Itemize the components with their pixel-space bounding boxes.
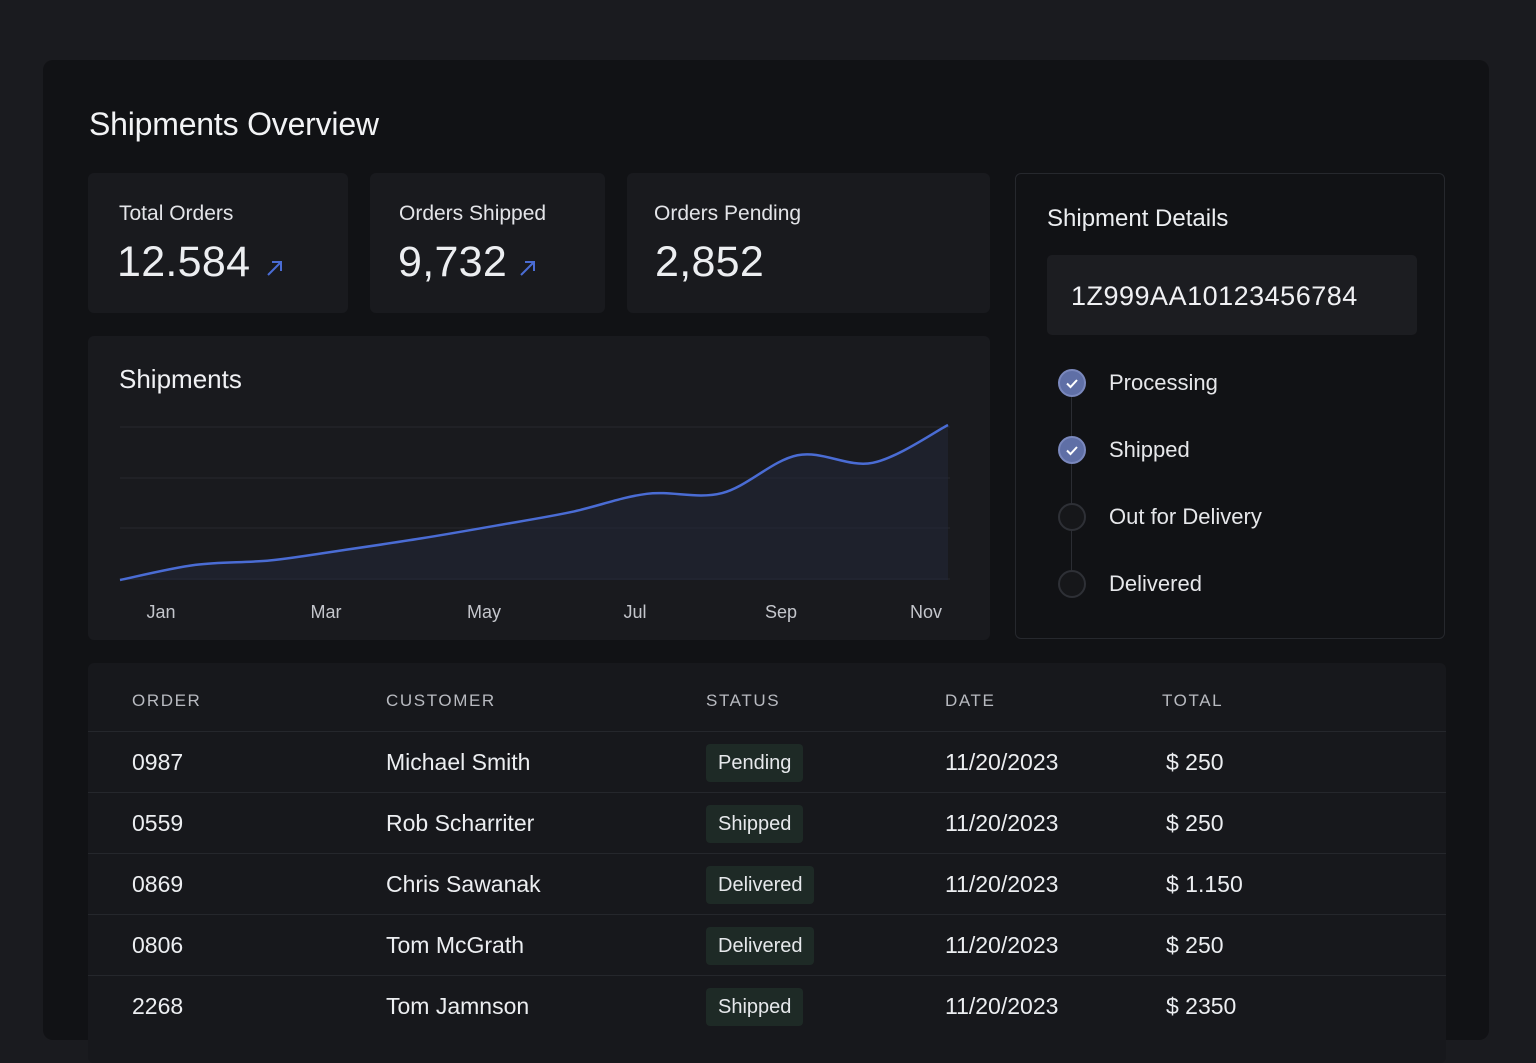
- stat-label: Orders Shipped: [399, 202, 547, 225]
- step-label: Delivered: [1109, 571, 1202, 596]
- customer-name: Michael Smith: [386, 749, 531, 775]
- arrow-up-right-icon: [520, 261, 535, 276]
- status-badge: Pending: [706, 744, 804, 782]
- x-tick-label: Mar: [310, 602, 342, 622]
- x-tick-label: Nov: [909, 602, 943, 622]
- step-complete-icon: [1058, 369, 1086, 397]
- progress-line: [1071, 383, 1072, 584]
- status-badge: Shipped: [706, 988, 804, 1026]
- column-header-date[interactable]: DATE: [945, 691, 995, 711]
- x-tick-label: Jul: [623, 602, 647, 622]
- step-complete-icon: [1058, 436, 1086, 464]
- step-label: Out for Delivery: [1109, 504, 1262, 529]
- arrow-up-right-icon: [267, 261, 282, 276]
- stat-value: 2,852: [655, 238, 765, 286]
- column-header-order[interactable]: ORDER: [132, 691, 201, 711]
- customer-name: Tom McGrath: [386, 932, 525, 958]
- step-pending-icon: [1058, 570, 1086, 598]
- order-date: 11/20/2023: [945, 871, 1059, 897]
- column-header-status[interactable]: STATUS: [706, 691, 780, 711]
- order-total: $ 250: [1166, 749, 1224, 775]
- step-label: Shipped: [1109, 437, 1190, 462]
- column-header-customer[interactable]: CUSTOMER: [386, 691, 496, 711]
- status-badge: Delivered: [706, 866, 815, 904]
- order-total: $ 250: [1166, 932, 1224, 958]
- x-tick-label: Sep: [764, 602, 798, 622]
- order-date: 11/20/2023: [945, 932, 1059, 958]
- customer-name: Tom Jamnson: [386, 993, 530, 1019]
- check-icon: [1066, 379, 1078, 389]
- status-badge: Delivered: [706, 927, 815, 965]
- column-header-total[interactable]: TOTAL: [1162, 691, 1223, 711]
- status-badge: Shipped: [706, 805, 804, 843]
- details-title: Shipment Details: [1047, 205, 1229, 232]
- order-id: 0806: [132, 932, 184, 958]
- chart-title: Shipments: [119, 364, 242, 394]
- order-date: 11/20/2023: [945, 993, 1059, 1019]
- stat-label: Orders Pending: [654, 202, 802, 225]
- stat-value: 12.584: [117, 238, 251, 286]
- order-id: 0869: [132, 871, 184, 897]
- order-total: $ 250: [1166, 810, 1224, 836]
- order-id: 0987: [132, 749, 184, 775]
- tracking-number: 1Z999AA10123456784: [1071, 281, 1358, 311]
- x-tick-label: May: [466, 602, 502, 622]
- customer-name: Chris Sawanak: [386, 871, 541, 897]
- order-id: 2268: [132, 993, 184, 1019]
- customer-name: Rob Scharriter: [386, 810, 535, 836]
- order-total: $ 2350: [1166, 993, 1237, 1019]
- step-pending-icon: [1058, 503, 1086, 531]
- stat-label: Total Orders: [119, 202, 234, 225]
- order-id: 0559: [132, 810, 184, 836]
- order-date: 11/20/2023: [945, 810, 1059, 836]
- order-date: 11/20/2023: [945, 749, 1059, 775]
- page-title: Shipments Overview: [89, 106, 379, 142]
- x-tick-label: Jan: [146, 602, 176, 622]
- check-icon: [1066, 446, 1078, 456]
- shipment-details-panel: [1015, 173, 1445, 639]
- step-label: Processing: [1109, 370, 1218, 395]
- order-total: $ 1.150: [1166, 871, 1243, 897]
- stat-value: 9,732: [398, 238, 508, 286]
